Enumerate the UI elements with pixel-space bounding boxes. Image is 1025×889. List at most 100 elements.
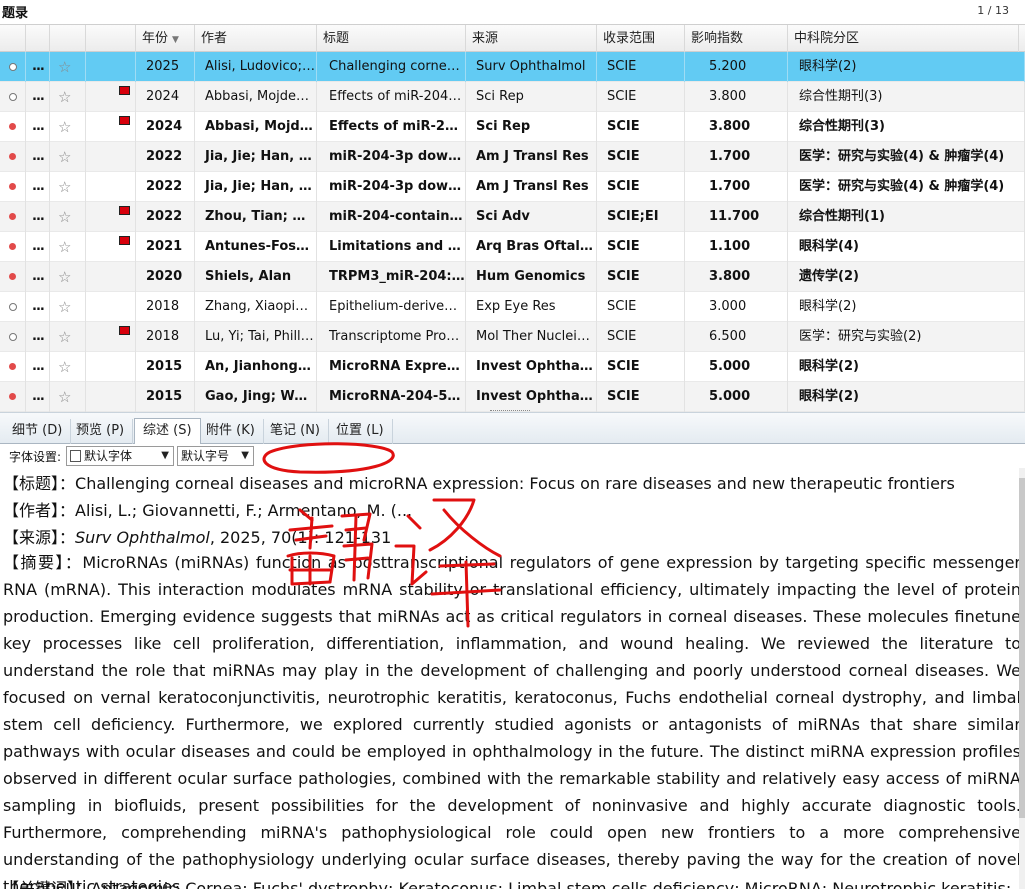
star-cell[interactable]: ☆ xyxy=(50,352,86,382)
cell-title[interactable]: miR-204-3p downr... xyxy=(317,142,466,172)
cell-title[interactable]: miR-204-containing xyxy=(317,202,466,232)
more-cell[interactable]: ... xyxy=(26,202,50,232)
read-status-cell[interactable] xyxy=(0,262,26,292)
read-status-cell[interactable] xyxy=(0,202,26,232)
flag-cell[interactable] xyxy=(86,172,136,202)
more-cell[interactable]: ... xyxy=(26,322,50,352)
cell-year[interactable]: 2022 xyxy=(136,142,195,172)
cell-impact[interactable]: 3.800 xyxy=(685,262,788,292)
tab-attachments[interactable]: 附件 (K) xyxy=(198,419,264,445)
tab-location[interactable]: 位置 (L) xyxy=(328,419,393,445)
col-zone[interactable]: 中科院分区 xyxy=(788,25,1019,52)
cell-year[interactable]: 2024 xyxy=(136,82,195,112)
cell-year[interactable]: 2025 xyxy=(136,52,195,82)
table-row[interactable]: ... ☆ 2022 Jia, Jie; Han, Yua miR-204-3p dow… xyxy=(0,172,1025,202)
star-cell[interactable]: ☆ xyxy=(50,142,86,172)
col-more[interactable] xyxy=(26,25,50,52)
cell-title[interactable]: MicroRNA-204-5p-... xyxy=(317,382,466,412)
cell-source[interactable]: Invest Ophthalm... xyxy=(466,382,597,412)
star-icon[interactable]: ☆ xyxy=(50,358,71,376)
record-authors[interactable]: Alisi, L.; Giovannetti, F.; Armentano, M… xyxy=(75,501,412,520)
flag-cell[interactable] xyxy=(86,232,136,262)
cell-scope[interactable]: SCIE xyxy=(597,292,685,322)
cell-title[interactable]: Limitations and adv... xyxy=(317,232,466,262)
star-cell[interactable]: ☆ xyxy=(50,292,86,322)
cell-title[interactable]: Epithelium-derived ... xyxy=(317,292,466,322)
col-impact[interactable]: 影响指数 xyxy=(685,25,788,52)
cell-title[interactable]: Effects of miR-204-... xyxy=(317,112,466,142)
more-cell[interactable]: ... xyxy=(26,172,50,202)
cell-title[interactable]: Challenging corneal... xyxy=(317,52,466,82)
star-icon[interactable]: ☆ xyxy=(50,268,71,286)
cell-scope[interactable]: SCIE xyxy=(597,112,685,142)
cell-zone[interactable]: 眼科学(2) xyxy=(788,352,1025,382)
cell-zone[interactable]: 综合性期刊(3) xyxy=(788,82,1025,112)
cell-scope[interactable]: SCIE xyxy=(597,262,685,292)
flag-cell[interactable] xyxy=(86,352,136,382)
read-status-cell[interactable] xyxy=(0,52,26,82)
cell-source[interactable]: Invest Ophthalm... xyxy=(466,352,597,382)
cell-impact[interactable]: 1.100 xyxy=(685,232,788,262)
tab-summary[interactable]: 综述 (S) xyxy=(134,418,201,446)
cell-impact[interactable]: 5.000 xyxy=(685,382,788,412)
cell-scope[interactable]: SCIE;EI xyxy=(597,202,685,232)
read-status-cell[interactable] xyxy=(0,292,26,322)
more-cell[interactable]: ... xyxy=(26,352,50,382)
more-cell[interactable]: ... xyxy=(26,382,50,412)
tab-detail[interactable]: 细节 (D) xyxy=(4,419,72,445)
cell-title[interactable]: Transcriptome Profil... xyxy=(317,322,466,352)
summary-scrollbar[interactable] xyxy=(1019,468,1025,889)
more-cell[interactable]: ... xyxy=(26,262,50,292)
cell-impact[interactable]: 11.700 xyxy=(685,202,788,232)
cell-zone[interactable]: 综合性期刊(1) xyxy=(788,202,1025,232)
star-cell[interactable]: ☆ xyxy=(50,82,86,112)
flag-cell[interactable] xyxy=(86,202,136,232)
scrollbar-thumb[interactable] xyxy=(1019,478,1025,818)
read-status-cell[interactable] xyxy=(0,142,26,172)
cell-year[interactable]: 2015 xyxy=(136,382,195,412)
cell-author[interactable]: Zhang, Xiaoping... xyxy=(195,292,317,322)
cell-scope[interactable]: SCIE xyxy=(597,382,685,412)
table-row[interactable]: ... ☆ 2018 Zhang, Xiaoping... Epithelium-der… xyxy=(0,292,1025,322)
cell-zone[interactable]: 医学：研究与实验(4) & 肿瘤学(4) xyxy=(788,142,1025,172)
star-icon[interactable]: ☆ xyxy=(50,58,71,76)
table-row[interactable]: ... ☆ 2025 Alisi, Ludovico; ... Challenging … xyxy=(0,52,1025,82)
cell-author[interactable]: Jia, Jie; Han, Yua xyxy=(195,142,317,172)
more-cell[interactable]: ... xyxy=(26,82,50,112)
cell-impact[interactable]: 1.700 xyxy=(685,142,788,172)
col-title[interactable]: 标题 xyxy=(317,25,466,52)
flag-cell[interactable] xyxy=(86,292,136,322)
read-status-cell[interactable] xyxy=(0,352,26,382)
cell-author[interactable]: Jia, Jie; Han, Yua xyxy=(195,172,317,202)
cell-source[interactable]: Surv Ophthalmol xyxy=(466,52,597,82)
flag-cell[interactable] xyxy=(86,52,136,82)
cell-author[interactable]: Gao, Jing; Wang xyxy=(195,382,317,412)
cell-scope[interactable]: SCIE xyxy=(597,142,685,172)
table-row[interactable]: ... ☆ 2018 Lu, Yi; Tai, Philli... Transcript… xyxy=(0,322,1025,352)
more-cell[interactable]: ... xyxy=(26,142,50,172)
cell-author[interactable]: Abbasi, Mojdeh; xyxy=(195,112,317,142)
cell-impact[interactable]: 5.200 xyxy=(685,52,788,82)
cell-year[interactable]: 2022 xyxy=(136,172,195,202)
read-status-cell[interactable] xyxy=(0,172,26,202)
read-status-cell[interactable] xyxy=(0,382,26,412)
cell-year[interactable]: 2018 xyxy=(136,322,195,352)
cell-zone[interactable]: 眼科学(2) xyxy=(788,382,1025,412)
star-cell[interactable]: ☆ xyxy=(50,262,86,292)
table-row[interactable]: ... ☆ 2024 Abbasi, Mojdeh; Effects of miR-20… xyxy=(0,112,1025,142)
read-status-cell[interactable] xyxy=(0,82,26,112)
cell-zone[interactable]: 遗传学(2) xyxy=(788,262,1025,292)
star-icon[interactable]: ☆ xyxy=(50,298,71,316)
cell-author[interactable]: An, Jianhong; C. xyxy=(195,352,317,382)
cell-scope[interactable]: SCIE xyxy=(597,352,685,382)
col-source[interactable]: 来源 xyxy=(466,25,597,52)
font-size-select[interactable]: 默认字号 ▼ xyxy=(177,446,254,466)
star-cell[interactable]: ☆ xyxy=(50,52,86,82)
star-cell[interactable]: ☆ xyxy=(50,172,86,202)
star-icon[interactable]: ☆ xyxy=(50,178,71,196)
cell-source[interactable]: Hum Genomics xyxy=(466,262,597,292)
flag-cell[interactable] xyxy=(86,322,136,352)
table-row[interactable]: ... ☆ 2024 Abbasi, Mojdeh;... Effects of miR… xyxy=(0,82,1025,112)
cell-author[interactable]: Abbasi, Mojdeh;... xyxy=(195,82,317,112)
cell-scope[interactable]: SCIE xyxy=(597,232,685,262)
